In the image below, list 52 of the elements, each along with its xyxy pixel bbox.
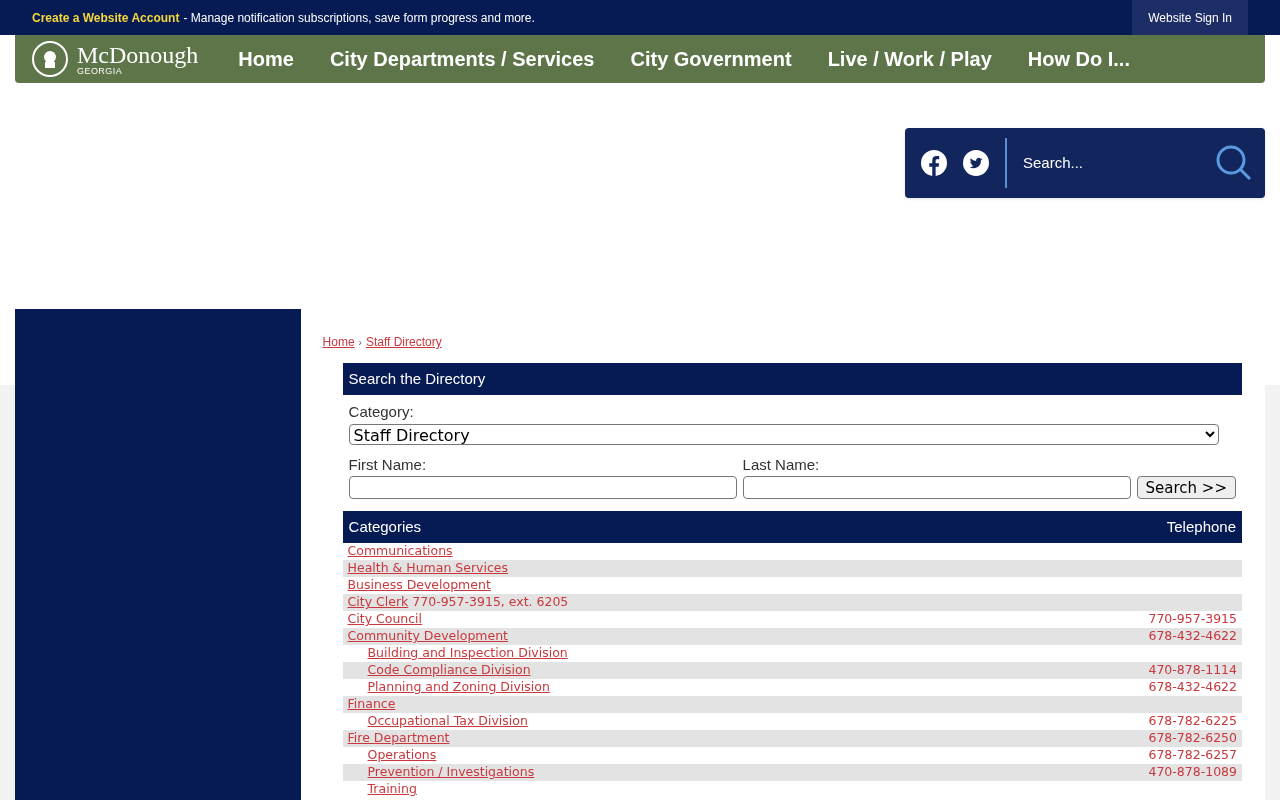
twitter-icon[interactable]	[963, 150, 989, 176]
phone-number: 770-957-3915	[1148, 610, 1237, 629]
category-link[interactable]: Occupational Tax Division	[367, 712, 528, 731]
nav-link[interactable]: City Government	[630, 44, 792, 74]
category-link[interactable]: Operations	[367, 746, 437, 765]
category-link[interactable]: Training	[367, 780, 417, 799]
first-name-field[interactable]	[348, 476, 737, 499]
section-header: Search the Directory	[342, 363, 1242, 395]
category-link[interactable]: Business Development	[347, 576, 491, 595]
category-link[interactable]: Planning and Zoning Division	[367, 678, 550, 697]
phone-number: 678-432-4622	[1148, 678, 1237, 697]
breadcrumb-link[interactable]: Home	[322, 333, 355, 351]
category-link[interactable]: Finance	[347, 695, 396, 714]
nav-link[interactable]: How Do I...	[1027, 44, 1130, 74]
category-link[interactable]: City Council	[347, 610, 423, 629]
field-label: Last Name:	[742, 454, 821, 475]
search-button[interactable]: Search >>	[1136, 476, 1236, 499]
phone-number: 470-878-1114	[1148, 661, 1237, 680]
category-link[interactable]: Community Development	[347, 627, 508, 646]
logo-state: GEORGIA	[77, 66, 123, 76]
nav-link[interactable]: City Departments / Services	[329, 44, 595, 74]
sign-in-button[interactable]: Website Sign In	[1132, 0, 1248, 35]
category-link[interactable]: Communications	[347, 542, 453, 561]
search-icon[interactable]	[1215, 144, 1253, 182]
phone-number: 678-782-6225	[1148, 712, 1237, 731]
account-description: - Manage notification subscriptions, save form progress and more.	[183, 9, 535, 27]
facebook-icon[interactable]	[921, 150, 947, 176]
nav-link[interactable]: Home	[238, 44, 294, 74]
category-link[interactable]: Prevention / Investigations	[367, 763, 535, 782]
category-link[interactable]: City Clerk	[347, 593, 409, 612]
phone-number: 678-782-6257	[1148, 746, 1237, 765]
phone-number: 678-432-4622	[1148, 627, 1237, 646]
last-name-field[interactable]	[742, 476, 1131, 499]
category-link[interactable]: Building and Inspection Division	[367, 644, 568, 663]
category-link[interactable]: Code Compliance Division	[367, 661, 531, 680]
phone-number: 678-782-6250	[1148, 729, 1237, 748]
breadcrumb-link[interactable]: Staff Directory	[365, 333, 442, 351]
phone-number: 470-878-1089	[1148, 763, 1237, 782]
category-link[interactable]: Health & Human Services	[347, 559, 509, 578]
breadcrumb-separator-icon: ›	[358, 334, 362, 350]
column-header: Telephone	[1166, 516, 1236, 537]
field-label: First Name:	[348, 454, 428, 475]
phone-note: 770-957-3915, ext. 6205	[412, 593, 569, 612]
logo-name: McDonough	[77, 42, 199, 67]
column-header: Categories	[348, 516, 422, 537]
field-label: Category:	[348, 402, 415, 422]
category-select[interactable]: Staff Directory	[348, 423, 1219, 445]
category-link[interactable]: Fire Department	[347, 729, 450, 748]
city-seal-icon	[31, 40, 69, 78]
nav-link[interactable]: Live / Work / Play	[827, 44, 992, 74]
create-account-link[interactable]: Create a Website Account	[32, 8, 180, 27]
search-field[interactable]: Search...	[1023, 151, 1215, 175]
